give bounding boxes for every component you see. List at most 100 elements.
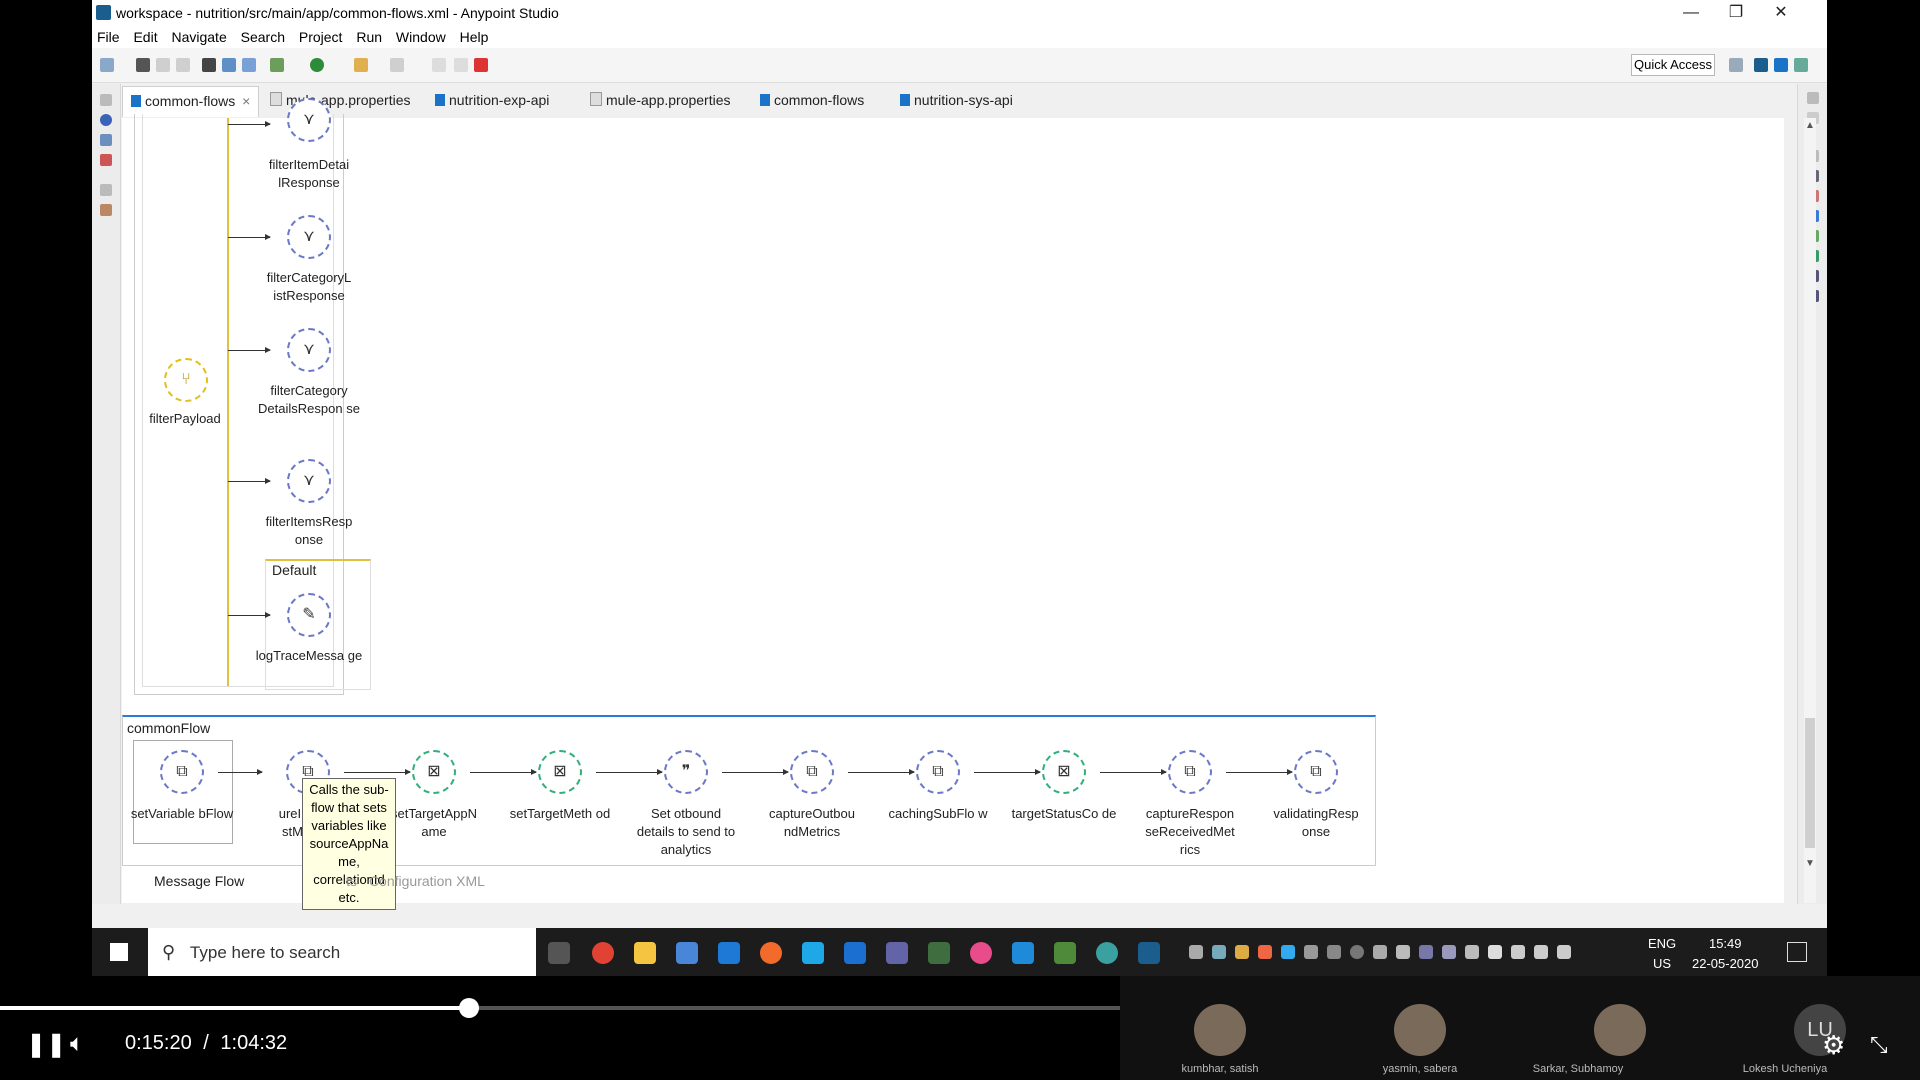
outlook-icon[interactable] [844, 942, 866, 964]
file-explorer-icon[interactable] [634, 942, 656, 964]
flow-reference-icon[interactable]: ⧉ [790, 750, 834, 794]
menu-edit[interactable]: Edit [128, 26, 162, 45]
tab-message-flow[interactable]: Message Flow [154, 873, 244, 889]
windows-start-icon[interactable] [110, 943, 128, 961]
participant-avatar[interactable] [1194, 1004, 1246, 1056]
flow-reference-icon[interactable]: ⧉ [160, 750, 204, 794]
stop-icon[interactable] [474, 58, 488, 72]
exit-fullscreen-icon[interactable]: ⤡ [1870, 1032, 1888, 1058]
open-perspective-icon[interactable] [1729, 58, 1743, 72]
network-app-icon[interactable] [676, 942, 698, 964]
pause-icon[interactable]: ❚❚ [26, 1030, 66, 1059]
battery-icon[interactable] [1511, 945, 1525, 959]
transform-icon[interactable]: ⋎ [287, 98, 331, 142]
terminal-icon[interactable] [202, 58, 216, 72]
tab-global-elements[interactable]: ts [346, 873, 357, 889]
paint-icon[interactable] [970, 942, 992, 964]
run-icon[interactable] [310, 58, 324, 72]
notifications-icon[interactable] [1787, 942, 1807, 962]
tray-icon[interactable] [1327, 945, 1341, 959]
minimize-button[interactable]: — [1669, 2, 1713, 24]
app-icon[interactable] [928, 942, 950, 964]
tab-nutrition-sys-api[interactable]: nutrition-sys-api [892, 86, 1021, 116]
set-variable-icon[interactable]: ⊠ [1042, 750, 1086, 794]
vertical-scrollbar[interactable]: ▲ ▼ [1804, 118, 1816, 903]
tray-icon[interactable] [1281, 945, 1295, 959]
settings-gear-icon[interactable]: ⚙ [1822, 1030, 1845, 1061]
teams-icon[interactable] [886, 942, 908, 964]
browser-icon[interactable] [1096, 942, 1118, 964]
menu-search[interactable]: Search [236, 26, 290, 45]
scroll-up-icon[interactable]: ▲ [1805, 120, 1815, 131]
tray-icon[interactable] [1373, 945, 1387, 959]
restore-button[interactable]: ❐ [1714, 2, 1758, 24]
skype-icon[interactable] [802, 942, 824, 964]
chrome-icon[interactable] [592, 942, 614, 964]
scrollbar-thumb[interactable] [1805, 718, 1815, 848]
edge-icon[interactable] [718, 942, 740, 964]
tray-icon[interactable] [1212, 945, 1226, 959]
tray-icon[interactable] [1304, 945, 1318, 959]
deploy-icon[interactable] [222, 58, 236, 72]
menu-window[interactable]: Window [391, 26, 451, 45]
tab-close-icon[interactable]: × [242, 93, 250, 109]
tray-icon[interactable] [1258, 945, 1272, 959]
restore-right-icon[interactable] [1807, 92, 1819, 104]
restore-view-2-icon[interactable] [100, 184, 112, 196]
wifi-icon[interactable] [1534, 945, 1548, 959]
tray-icon[interactable] [1235, 945, 1249, 959]
transform-icon[interactable]: ⋎ [287, 215, 331, 259]
participant-avatar[interactable] [1394, 1004, 1446, 1056]
postman-icon[interactable] [760, 942, 782, 964]
logger-icon[interactable]: ✎ [287, 593, 331, 637]
tab-configuration-xml[interactable]: Configuration XML [369, 873, 485, 889]
tab-common-flows[interactable]: common-flows [752, 86, 872, 116]
tab-common-flows-active[interactable]: common-flows × [122, 86, 260, 117]
quick-access-input[interactable]: Quick Access [1631, 54, 1715, 76]
transform-icon[interactable]: ⋎ [287, 459, 331, 503]
microphone-icon[interactable] [1488, 945, 1502, 959]
back-icon[interactable] [354, 58, 368, 72]
api-perspective-icon[interactable] [1794, 58, 1808, 72]
volume-icon[interactable]: 🔈︎ [70, 1030, 84, 1058]
redo-icon[interactable] [454, 58, 468, 72]
flow-reference-icon[interactable]: ⧉ [1168, 750, 1212, 794]
palette-icon[interactable] [100, 154, 112, 166]
menu-file[interactable]: File [92, 26, 125, 45]
forward-icon[interactable] [390, 58, 404, 72]
outline-icon[interactable] [100, 134, 112, 146]
mule-icon[interactable] [136, 58, 150, 72]
menu-run[interactable]: Run [351, 26, 387, 45]
tray-icon[interactable] [1396, 945, 1410, 959]
tab-nutrition-exp-api[interactable]: nutrition-exp-api [427, 86, 557, 116]
save-all-icon[interactable] [176, 58, 190, 72]
export-icon[interactable] [242, 58, 256, 72]
volume-icon[interactable] [1557, 945, 1571, 959]
flow-reference-icon[interactable]: ⧉ [1294, 750, 1338, 794]
mule-design-perspective-icon[interactable] [1754, 58, 1768, 72]
undo-icon[interactable] [432, 58, 446, 72]
save-icon[interactable] [156, 58, 170, 72]
language-indicator[interactable]: ENG US [1648, 934, 1676, 974]
choice-router-icon[interactable]: ⑂ [164, 358, 208, 402]
tray-icon[interactable] [1189, 945, 1203, 959]
properties-view-icon[interactable] [100, 204, 112, 216]
restore-view-icon[interactable] [100, 94, 112, 106]
scroll-down-icon[interactable]: ▼ [1805, 858, 1815, 869]
set-payload-icon[interactable]: ❞ [664, 750, 708, 794]
package-explorer-icon[interactable] [100, 114, 112, 126]
tray-icon[interactable] [1442, 945, 1456, 959]
transform-icon[interactable]: ⋎ [287, 328, 331, 372]
new-icon[interactable] [100, 58, 114, 72]
participant-avatar[interactable] [1594, 1004, 1646, 1056]
tray-icon[interactable] [1465, 945, 1479, 959]
anypoint-studio-taskbar-icon[interactable] [1138, 942, 1160, 964]
taskbar-search-box[interactable]: ⚲ Type here to search [148, 928, 536, 976]
mule-debug-perspective-icon[interactable] [1774, 58, 1788, 72]
tab-mule-app-properties[interactable]: mule-app.properties [262, 86, 419, 116]
set-variable-icon[interactable]: ⊠ [538, 750, 582, 794]
vscode-icon[interactable] [1012, 942, 1034, 964]
set-variable-icon[interactable]: ⊠ [412, 750, 456, 794]
excel-icon[interactable] [1054, 942, 1076, 964]
menu-navigate[interactable]: Navigate [166, 26, 231, 45]
